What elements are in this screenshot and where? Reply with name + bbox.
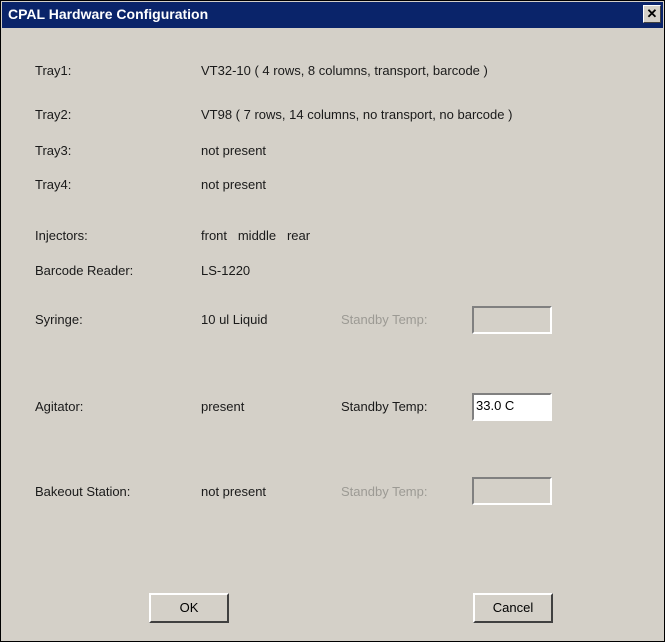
title-bar: CPAL Hardware Configuration ✕ bbox=[2, 2, 663, 28]
syringe-value: 10 ul Liquid bbox=[201, 312, 268, 327]
tray3-value: not present bbox=[201, 143, 267, 158]
injectors-label: Injectors: bbox=[35, 228, 88, 243]
agitator-label: Agitator: bbox=[35, 399, 84, 414]
bakeout-standby-temp-input bbox=[472, 477, 552, 505]
bakeout-station-label: Bakeout Station: bbox=[35, 484, 131, 499]
barcode-reader-label: Barcode Reader: bbox=[35, 263, 134, 278]
window-title: CPAL Hardware Configuration bbox=[8, 6, 209, 22]
tray4-label: Tray4: bbox=[35, 177, 72, 192]
cancel-button[interactable]: Cancel bbox=[473, 593, 553, 623]
tray2-label: Tray2: bbox=[35, 107, 72, 122]
hardware-config-dialog: CPAL Hardware Configuration ✕ Tray1: VT3… bbox=[0, 0, 665, 642]
close-icon[interactable]: ✕ bbox=[643, 5, 661, 23]
injectors-value: front middle rear bbox=[201, 228, 311, 243]
tray4-value: not present bbox=[201, 177, 267, 192]
tray1-value: VT32-10 ( 4 rows, 8 columns, transport, … bbox=[201, 63, 488, 78]
barcode-reader-value: LS-1220 bbox=[201, 263, 251, 278]
tray1-label: Tray1: bbox=[35, 63, 72, 78]
tray2-value: VT98 ( 7 rows, 14 columns, no transport,… bbox=[201, 107, 513, 122]
syringe-label: Syringe: bbox=[35, 312, 83, 327]
tray3-label: Tray3: bbox=[35, 143, 72, 158]
syringe-standby-temp-label: Standby Temp: bbox=[341, 312, 428, 327]
bakeout-standby-temp-label: Standby Temp: bbox=[341, 484, 428, 499]
agitator-value: present bbox=[201, 399, 245, 414]
agitator-standby-temp-input[interactable]: 33.0 C bbox=[472, 393, 552, 421]
syringe-standby-temp-input bbox=[472, 306, 552, 334]
ok-button[interactable]: OK bbox=[149, 593, 229, 623]
agitator-standby-temp-label: Standby Temp: bbox=[341, 399, 428, 414]
bakeout-station-value: not present bbox=[201, 484, 267, 499]
